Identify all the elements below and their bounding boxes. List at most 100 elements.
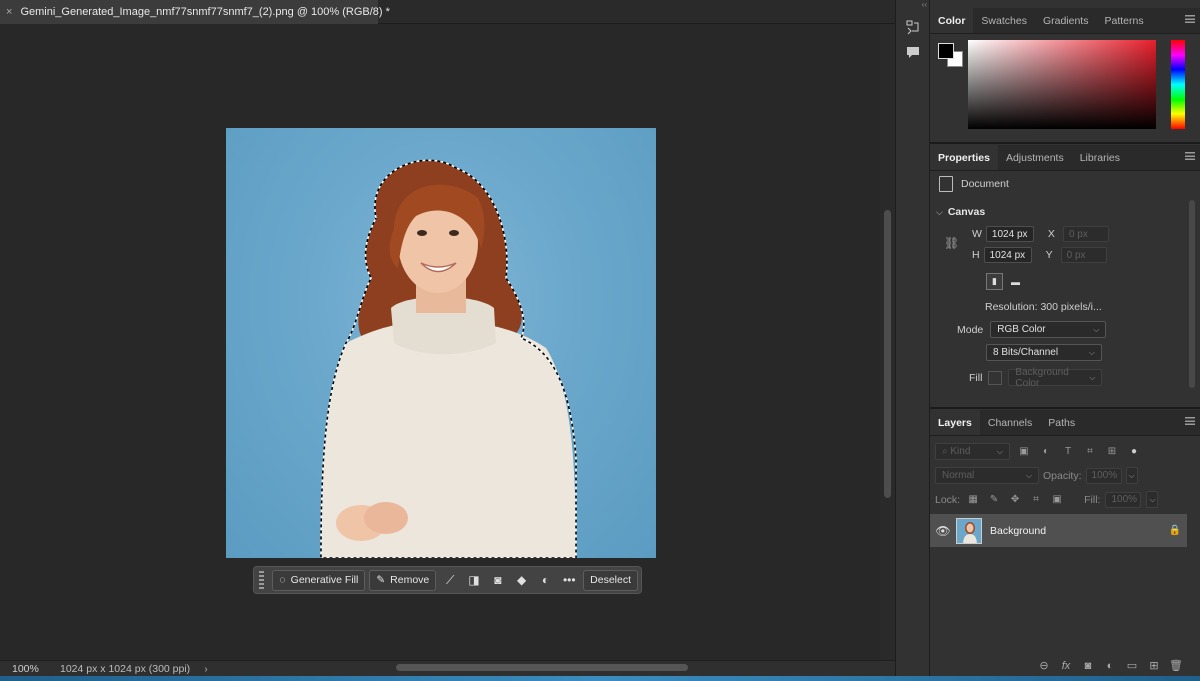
pixel-filter-icon[interactable]: ▣ [1016,444,1032,460]
kind-filter-text: Kind [950,446,971,457]
fill-row: Fill Background Color ⌵ [969,367,1200,389]
document-tab[interactable]: × Gemini_Generated_Image_nmf77snmf77snmf… [0,0,390,24]
lock-transparency-icon[interactable]: ▦ [965,492,981,508]
tab-channels[interactable]: Channels [980,410,1040,435]
generative-fill-button[interactable]: ◌ Generative Fill [272,569,366,591]
fill-select[interactable]: Background Color ⌵ [1008,367,1103,389]
adjustment-icon[interactable]: ◐ [1102,660,1118,672]
canvas-horizontal-scrollbar[interactable] [396,664,688,671]
remove-button[interactable]: ✎ Remove [369,569,437,591]
canvas-image[interactable] [226,128,656,558]
x-field[interactable]: 0 px [1062,226,1109,242]
lock-all-icon[interactable]: ▣ [1049,492,1065,508]
height-field[interactable]: 1024 px [983,247,1032,263]
filter-toggle-icon[interactable]: ● [1126,444,1142,460]
deselect-button[interactable]: Deselect [583,569,639,591]
opacity-label: Opacity: [1043,469,1082,482]
landscape-orientation-icon[interactable]: ▬ [1007,273,1024,290]
status-expand-icon[interactable]: › [190,663,208,675]
tab-libraries[interactable]: Libraries [1072,145,1128,170]
eye-icon[interactable]: 👁 [930,524,956,538]
layer-name[interactable]: Background [990,525,1163,537]
layers-panel-menu-icon[interactable] [1185,417,1195,427]
fill-dropdown[interactable]: ⌵ [1146,491,1159,508]
properties-scrollbar[interactable] [1189,200,1195,388]
fill-swatch[interactable] [988,370,1003,385]
lock-row: Lock: ▦ ✎ ✥ ⌗ ▣ Fill: 100% ⌵ [935,491,1200,508]
bit-depth-select[interactable]: 8 Bits/Channel ⌵ [986,344,1102,361]
document-tab-title: Gemini_Generated_Image_nmf77snmf77snmf7_… [20,6,390,18]
lock-position-icon[interactable]: ✥ [1007,492,1023,508]
y-label: Y [1045,249,1053,261]
tab-patterns[interactable]: Patterns [1096,8,1151,33]
layers-panel-tabs: Layers Channels Paths [930,410,1200,436]
orientation-row: ▮ ▬ [986,273,1200,290]
resolution-text: Resolution: 300 pixels/i... [985,301,1102,313]
type-filter-icon[interactable]: T [1060,444,1076,460]
more-options-icon[interactable]: ••• [559,570,579,591]
comments-icon[interactable] [904,44,922,62]
smart-object-filter-icon[interactable]: ⊞ [1104,444,1120,460]
tab-paths[interactable]: Paths [1040,410,1083,435]
trash-icon[interactable]: 🗑 [1168,659,1184,672]
chevron-down-icon: ⌵ [996,446,1003,456]
bottom-accent-strip [0,676,1200,681]
lock-image-icon[interactable]: ✎ [986,492,1002,508]
modify-selection-icon[interactable]: ⟋ [440,570,460,591]
mask-icon[interactable]: ◙ [488,570,508,591]
tab-swatches[interactable]: Swatches [973,8,1035,33]
properties-panel-menu-icon[interactable] [1185,152,1195,162]
layer-thumbnail [956,517,982,544]
adjustment-filter-icon[interactable]: ◐ [1038,444,1054,460]
width-field[interactable]: 1024 px [985,226,1034,242]
hue-slider[interactable] [1171,40,1185,129]
canvas-section-header[interactable]: ⌵ Canvas [936,206,1200,218]
close-tab-icon[interactable]: × [6,6,12,18]
adjustment-icon[interactable]: ◐ [536,570,556,591]
portrait-orientation-icon[interactable]: ▮ [986,273,1003,290]
layer-fill-field[interactable]: 100% [1105,491,1142,508]
layer-kind-filter[interactable]: ⌕ Kind ⌵ [935,443,1010,460]
color-panel-menu-icon[interactable] [1185,15,1195,25]
blend-mode-select[interactable]: Normal ⌵ [935,467,1039,484]
history-icon[interactable] [904,18,922,36]
foreground-color-swatch[interactable] [938,43,954,59]
drag-handle-icon[interactable] [259,571,265,589]
new-layer-icon[interactable]: ⊞ [1146,659,1162,672]
mode-label: Mode [957,323,984,336]
fill-label: Fill [969,371,983,384]
blend-row: Normal ⌵ Opacity: 100% ⌵ [935,467,1200,484]
tab-color[interactable]: Color [930,8,974,33]
tab-layers[interactable]: Layers [930,410,980,435]
tab-properties[interactable]: Properties [930,145,998,170]
contextual-task-bar: ◌ Generative Fill ✎ Remove ⟋ ◨ ◙ ◆ ◐ •••… [253,566,642,594]
fill-bucket-icon[interactable]: ◆ [512,570,532,591]
folder-icon[interactable]: ▭ [1124,659,1140,672]
color-picker-field[interactable] [968,40,1156,129]
lock-icon[interactable]: 🔒 [1163,525,1187,536]
y-field[interactable]: 0 px [1060,247,1107,263]
blend-mode-value: Normal [942,470,975,481]
fx-icon[interactable]: fx [1058,660,1074,672]
collapse-arrows-icon[interactable]: ‹‹ [896,0,931,10]
canvas-vertical-scrollbar[interactable] [880,24,895,660]
shape-filter-icon[interactable]: ⌗ [1082,444,1098,460]
zoom-level[interactable]: 100% [0,663,52,675]
mode-select[interactable]: RGB Color ⌵ [990,321,1107,338]
layer-row-background[interactable]: 👁 Background 🔒 [930,514,1187,547]
layer-fill-label: Fill: [1084,493,1101,506]
lock-artboard-icon[interactable]: ⌗ [1028,492,1044,508]
opacity-field[interactable]: 100% [1085,467,1122,484]
scrollbar-thumb[interactable] [884,210,891,498]
tab-adjustments[interactable]: Adjustments [998,145,1072,170]
link-dimensions-icon[interactable]: ⛓ [944,236,959,250]
width-label: W [972,228,982,240]
layer-filter-row: ⌕ Kind ⌵ ▣ ◐ T ⌗ ⊞ ● [935,443,1200,460]
chevron-down-icon: ⌵ [1088,347,1095,357]
opacity-dropdown[interactable]: ⌵ [1125,467,1138,484]
tab-gradients[interactable]: Gradients [1035,8,1097,33]
link-icon[interactable]: ⊖ [1036,659,1052,672]
width-row: W 1024 px X 0 px [972,226,1200,242]
mask-icon[interactable]: ◙ [1080,660,1096,672]
invert-selection-icon[interactable]: ◨ [464,570,484,591]
